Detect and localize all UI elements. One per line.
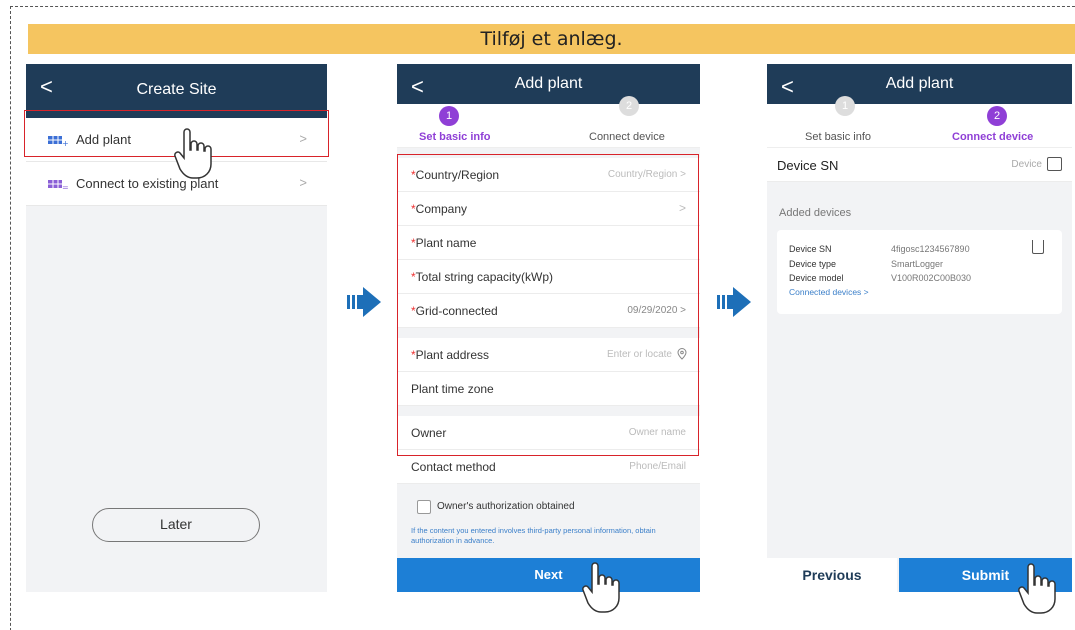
screen-title: Add plant — [514, 75, 583, 92]
field-label: Contact method — [411, 460, 496, 474]
pointer-hand-icon — [582, 562, 620, 613]
add-plant-screen-step2: < Add plant 1 Set basic info 2 Connect d… — [767, 64, 1072, 592]
connected-devices-link[interactable]: Connected devices > — [789, 287, 869, 297]
arrow-right-icon — [347, 287, 381, 317]
screen-title: Create Site — [136, 81, 217, 98]
step-2-circle: 2 — [619, 96, 639, 116]
trash-icon[interactable] — [1032, 240, 1044, 254]
step-2-label: Connect device — [589, 131, 665, 143]
scan-icon[interactable] — [1047, 157, 1062, 171]
pointer-hand-icon — [1018, 563, 1056, 614]
device-sn-placeholder: Device — [1011, 159, 1042, 170]
step-1-circle: 1 — [835, 96, 855, 116]
step-2-label: Connect device — [952, 131, 1034, 143]
screen-title: Add plant — [885, 75, 954, 92]
highlight-box — [397, 154, 699, 456]
step-2-circle: 2 — [987, 106, 1007, 126]
step-1-label: Set basic info — [419, 131, 491, 143]
later-button[interactable]: Later — [92, 508, 260, 542]
authorization-note: If the content you entered involves thir… — [411, 526, 656, 545]
device-sn-label: Device SN — [777, 158, 839, 173]
field-value: Phone/Email — [629, 461, 686, 472]
card-value: V100R002C00B030 — [891, 273, 972, 283]
step-indicator: 1 Set basic info 2 Connect device — [397, 96, 700, 148]
page-banner: Tilføj et anlæg. — [28, 24, 1075, 54]
connect-plant-icon: = — [48, 178, 69, 192]
authorization-label: Owner's authorization obtained — [437, 501, 575, 512]
card-value: 4figosc1234567890 — [891, 244, 970, 254]
added-devices-label: Added devices — [779, 207, 852, 219]
device-sn-row[interactable]: Device SN Device — [767, 148, 1072, 182]
step-indicator: 1 Set basic info 2 Connect device — [767, 96, 1072, 148]
card-value: SmartLogger — [891, 259, 944, 269]
chevron-right-icon: > — [299, 175, 307, 190]
card-label: Device SN — [789, 244, 832, 254]
card-label: Device model — [789, 273, 844, 283]
step-1-circle: 1 — [439, 106, 459, 126]
card-label: Device type — [789, 259, 837, 269]
previous-button[interactable]: Previous — [767, 558, 897, 592]
pointer-hand-icon — [174, 128, 212, 179]
authorization-checkbox[interactable] — [417, 500, 431, 514]
device-card: Device SN 4figosc1234567890 Device type … — [777, 230, 1062, 314]
next-button[interactable]: Next — [397, 558, 700, 592]
authorization-area: Owner's authorization obtained If the co… — [397, 494, 700, 562]
add-plant-header: < Add plant — [397, 64, 700, 104]
svg-text:=: = — [62, 183, 68, 191]
add-plant-header: < Add plant — [767, 64, 1072, 104]
step-1-label: Set basic info — [805, 131, 872, 143]
arrow-right-icon — [717, 287, 751, 317]
